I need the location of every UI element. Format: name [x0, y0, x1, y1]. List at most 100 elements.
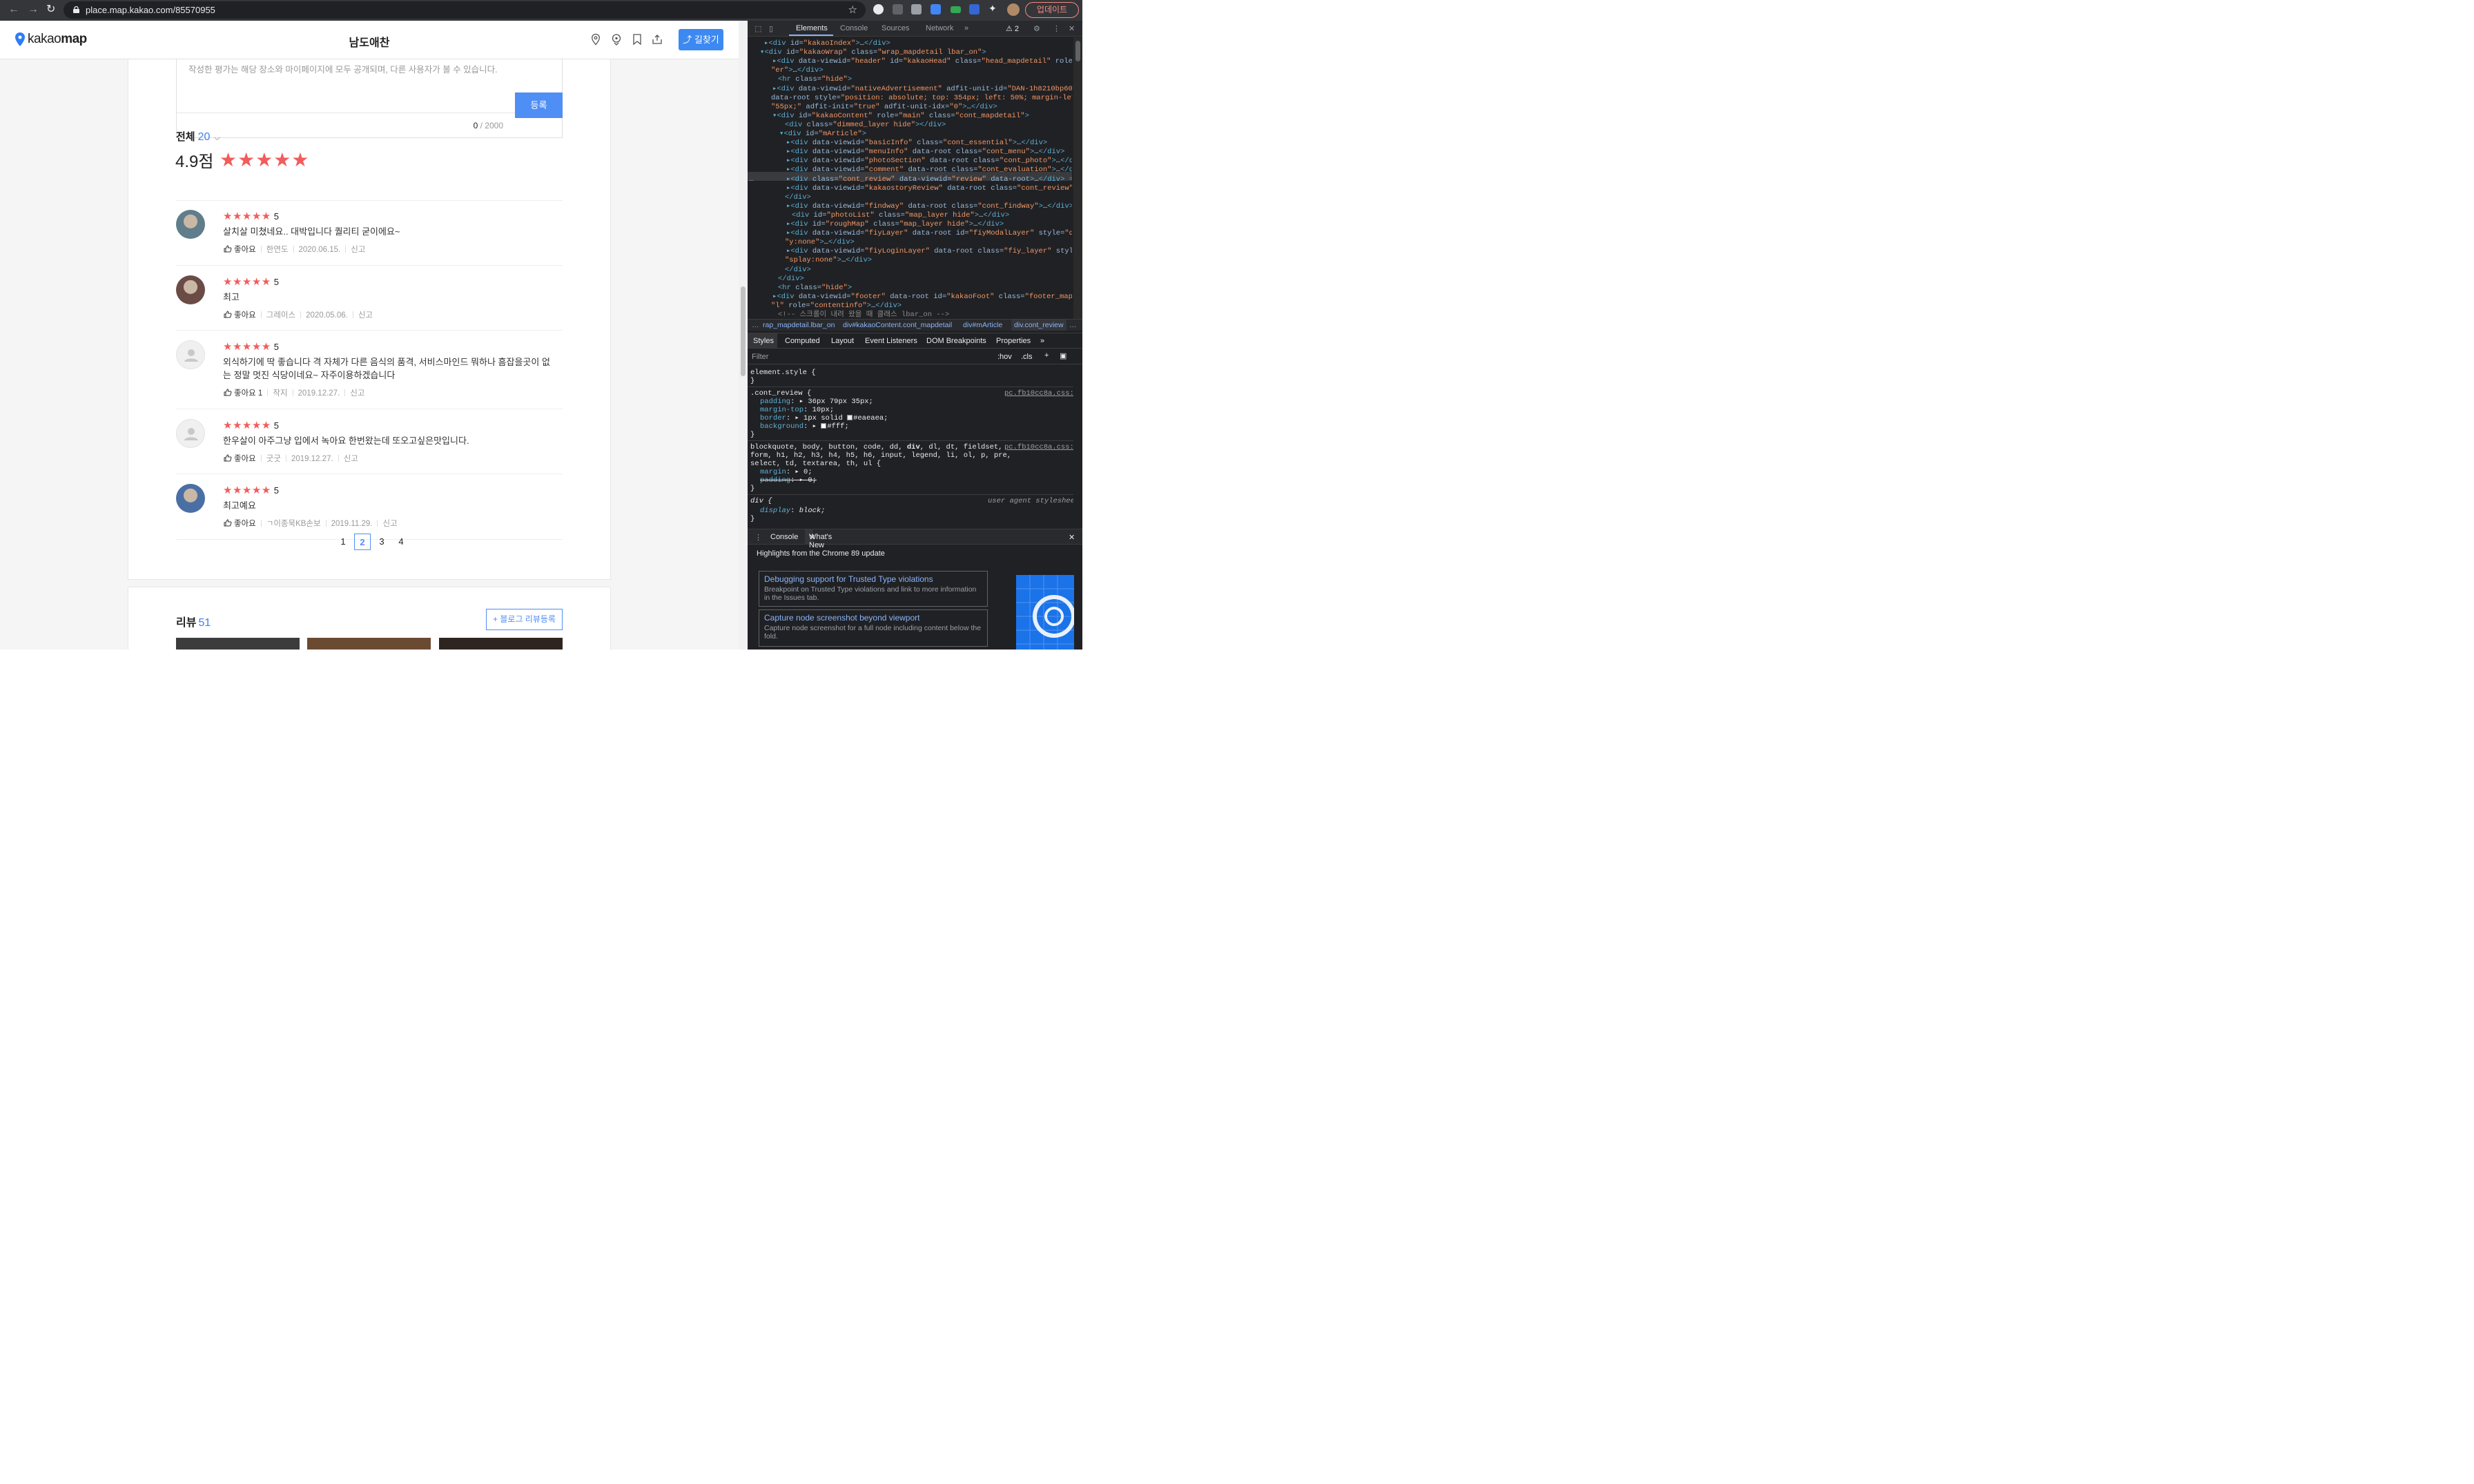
styles-tab-layout[interactable]: Layout [831, 337, 854, 345]
like-button[interactable]: 좋아요 1 [224, 389, 262, 398]
css-declaration-overridden[interactable]: padding: ▸ 0; [760, 476, 817, 485]
scrollbar-thumb[interactable] [741, 286, 746, 376]
reviewer-avatar[interactable] [176, 419, 205, 448]
address-bar[interactable]: place.map.kakao.com/85570955 ☆ [64, 1, 866, 19]
dom-node-line[interactable]: </div> [778, 275, 804, 284]
bookmark-icon[interactable] [631, 33, 643, 46]
review-author[interactable]: ㄱ이종묵KB손보 [266, 520, 321, 528]
report-link[interactable]: 신고 [350, 389, 364, 398]
dom-node-line[interactable]: ▸<div id="roughMap" class="map_layer hid… [786, 220, 1004, 229]
puzzle-icon[interactable]: ✦ [988, 3, 999, 14]
more-options-icon[interactable]: ⋮ [1053, 24, 1060, 33]
tab-console[interactable]: Console [770, 533, 798, 541]
dom-node-line[interactable]: ▸<div id="kakaoIndex">…</div> [764, 39, 890, 48]
dom-node-line[interactable]: ▸<div class="cont_review" data-viewid="r… [786, 175, 1072, 184]
dom-node-line[interactable]: ▾<div id="mArticle"> [779, 130, 866, 139]
css-declaration[interactable]: border: ▸ 1px solid #eaeaea; [760, 414, 888, 422]
drawer-menu-icon[interactable]: ⋮ [754, 533, 762, 542]
node-actions-icon[interactable]: … [749, 175, 753, 184]
close-icon[interactable]: ✕ [809, 533, 815, 542]
breadcrumb-item[interactable]: … [752, 320, 759, 331]
settings-gear-icon[interactable]: ⚙ [1033, 24, 1040, 33]
route-button[interactable]: ⤴ 길찾기 [679, 29, 723, 50]
dom-node-line[interactable]: ▸<div data-viewid="kakaostoryReview" dat… [786, 184, 1072, 193]
update-button[interactable]: 업데이트 [1025, 2, 1079, 18]
roadview-icon[interactable] [610, 33, 623, 46]
breadcrumb-item[interactable]: div#kakaoContent.cont_mapdetail [843, 320, 952, 331]
dom-node-line[interactable]: ▸<div data-viewid="nativeAdvertisement" … [772, 85, 1072, 94]
tab-whats-new[interactable]: What's New ✕ [805, 529, 832, 549]
page-link-4[interactable]: 4 [393, 534, 409, 550]
breadcrumb-item[interactable]: div#mArticle [963, 320, 1002, 331]
scrollbar-thumb[interactable] [1075, 41, 1080, 61]
dom-node-line[interactable]: "55px;" adfit-init="true" adfit-unit-idx… [771, 103, 997, 112]
filter-input[interactable]: Filter [752, 353, 768, 361]
report-link[interactable]: 신고 [351, 246, 365, 254]
page-link-3[interactable]: 3 [373, 534, 390, 550]
back-icon[interactable]: ← [8, 4, 19, 15]
css-declaration[interactable]: background: ▸ #fff; [760, 422, 849, 431]
devtools-tab-elements[interactable]: Elements [796, 24, 828, 32]
like-button[interactable]: 좋아요 [224, 454, 256, 463]
extension-icon[interactable] [911, 4, 922, 14]
page-link-1[interactable]: 1 [335, 534, 351, 550]
submit-review-button[interactable]: 등록 [515, 92, 563, 118]
reviewer-avatar[interactable] [176, 340, 205, 369]
dom-scrollbar[interactable] [1073, 37, 1082, 320]
dom-node-line[interactable]: ▸<div data-viewid="fiyLayer" data-root i… [786, 229, 1072, 238]
dom-node-line[interactable]: <div id="photoList" class="map_layer hid… [792, 211, 1009, 220]
device-toolbar-icon[interactable]: ▯ [769, 24, 773, 33]
news-card[interactable]: Capture node screenshot beyond viewport … [759, 609, 988, 647]
breadcrumb-item[interactable]: div.cont_review [1011, 320, 1066, 331]
hov-toggle[interactable]: :hov [997, 353, 1012, 361]
translate-icon[interactable] [931, 4, 941, 14]
dom-node-line[interactable]: ▸<div data-viewid="photoSection" data-ro… [786, 157, 1072, 166]
blog-thumbnail[interactable] [176, 638, 300, 650]
reviewer-avatar[interactable] [176, 484, 205, 513]
devtools-tab-[interactable]: » [964, 24, 968, 32]
blog-review-register-button[interactable]: + 블로그 리뷰등록 [486, 609, 563, 630]
dom-node-line[interactable]: ▸<div data-viewid="menuInfo" data-root c… [786, 148, 1064, 157]
review-textarea[interactable]: 작성한 평가는 해당 장소와 마이페이지에 모두 공개되며, 다른 사용자가 볼… [176, 59, 563, 138]
reviewer-avatar[interactable] [176, 210, 205, 239]
blog-thumbnail[interactable] [439, 638, 563, 650]
extension-icon[interactable] [969, 4, 980, 14]
dom-node-line[interactable]: ▸<div data-viewid="findway" data-root cl… [786, 202, 1072, 211]
styles-tab-[interactable]: » [1040, 337, 1044, 345]
dom-node-line[interactable]: <div class="dimmed_layer hide"></div> [785, 121, 946, 130]
news-card[interactable]: Debugging support for Trusted Type viola… [759, 571, 988, 607]
reload-icon[interactable]: ↻ [46, 4, 55, 15]
inspect-icon[interactable]: ⬚ [754, 24, 761, 33]
dom-node-line[interactable]: ▾<div id="kakaoWrap" class="wrap_mapdeta… [760, 48, 986, 57]
sidebar-toggle-icon[interactable]: ▣ [1060, 351, 1066, 360]
close-drawer-icon[interactable]: ✕ [1069, 533, 1075, 542]
dom-node-line[interactable]: "splay:none">…</div> [785, 256, 872, 265]
extension-icon[interactable] [951, 6, 961, 13]
dom-node-line[interactable]: "y:none">…</div> [785, 238, 855, 247]
dom-node-line[interactable]: "er">…</div> [771, 66, 824, 75]
review-author[interactable]: 작지 [273, 389, 287, 398]
total-reviews-toggle[interactable]: 전체 20 ⌵ [176, 129, 220, 144]
dom-node-line[interactable]: </div> [785, 193, 811, 202]
like-button[interactable]: 좋아요 [224, 311, 256, 320]
blog-thumbnail[interactable] [307, 638, 431, 650]
report-link[interactable]: 신고 [358, 311, 373, 320]
dom-node-line[interactable]: ▸<div data-viewid="basicInfo" class="con… [786, 139, 1047, 148]
dom-node-line[interactable]: ▾<div id="kakaoContent" role="main" clas… [772, 112, 1029, 121]
report-link[interactable]: 신고 [382, 520, 397, 528]
css-declaration[interactable]: margin-top: 10px; [760, 406, 834, 414]
css-source-link[interactable]: pc.fb10cc8a.css:1 [1004, 443, 1073, 451]
forward-icon[interactable]: → [28, 4, 39, 15]
news-title[interactable]: Capture node screenshot beyond viewport [764, 613, 919, 623]
profile-avatar[interactable] [1007, 3, 1020, 16]
close-icon[interactable]: ✕ [1069, 24, 1075, 33]
styles-filter[interactable]: Filter :hov .cls + ▣ [748, 349, 1082, 364]
cls-toggle[interactable]: .cls [1021, 353, 1033, 361]
devtools-tab-console[interactable]: Console [840, 24, 868, 32]
styles-tab-properties[interactable]: Properties [996, 337, 1031, 345]
styles-tab-eventlisteners[interactable]: Event Listeners [865, 337, 917, 345]
css-declaration[interactable]: margin: ▸ 0; [760, 468, 812, 476]
location-pin-icon[interactable] [590, 33, 602, 46]
styles-tab-computed[interactable]: Computed [785, 337, 820, 345]
review-author[interactable]: 한연도 [266, 246, 289, 254]
